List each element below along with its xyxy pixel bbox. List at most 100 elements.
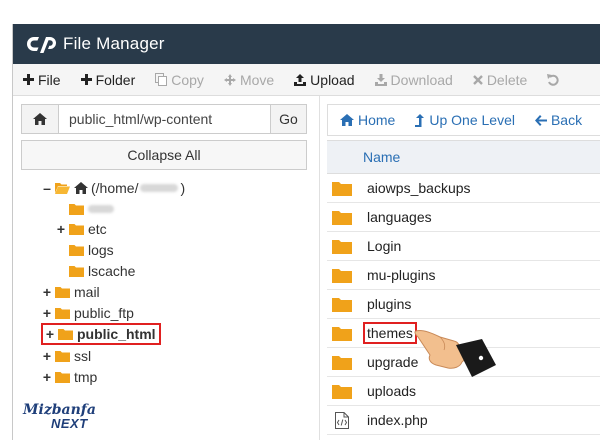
plus-icon bbox=[23, 74, 34, 85]
folder-icon bbox=[69, 224, 84, 235]
app-title: File Manager bbox=[63, 34, 165, 53]
new-folder-button[interactable]: Folder bbox=[80, 64, 136, 96]
column-name-label: Name bbox=[363, 149, 401, 165]
folder-icon bbox=[331, 383, 353, 399]
path-home-button[interactable] bbox=[21, 104, 59, 134]
file-row[interactable]: plugins bbox=[327, 290, 600, 319]
file-row[interactable]: index.php bbox=[327, 406, 600, 435]
up-one-level-link[interactable]: Up One Level bbox=[415, 112, 515, 128]
open-folder-icon bbox=[55, 183, 70, 194]
tree-root-label-end: ) bbox=[180, 180, 186, 196]
home-icon bbox=[74, 182, 88, 194]
back-link[interactable]: Back bbox=[534, 112, 583, 128]
file-name: mu-plugins bbox=[367, 267, 436, 283]
upload-label: Upload bbox=[310, 71, 355, 88]
path-input[interactable] bbox=[59, 104, 271, 134]
tree-item[interactable] bbox=[55, 199, 114, 219]
file-row[interactable]: mu-plugins bbox=[327, 261, 600, 290]
folder-icon bbox=[331, 296, 353, 312]
new-folder-label: Folder bbox=[95, 71, 136, 88]
tree-item-label: tmp bbox=[74, 369, 98, 385]
folder-icon bbox=[331, 209, 353, 225]
expand-toggle[interactable]: + bbox=[41, 369, 53, 385]
tree-item-mail[interactable]: + mail bbox=[41, 282, 100, 302]
tree-item-lscache[interactable]: lscache bbox=[55, 261, 135, 281]
new-file-button[interactable]: File bbox=[23, 64, 61, 96]
folder-icon bbox=[55, 308, 70, 319]
home-link[interactable]: Home bbox=[340, 112, 395, 128]
copy-button[interactable]: Copy bbox=[155, 64, 204, 96]
column-header-name[interactable]: Name bbox=[327, 140, 600, 174]
collapse-toggle[interactable]: – bbox=[41, 180, 53, 196]
file-row[interactable]: Login bbox=[327, 232, 600, 261]
copy-icon bbox=[155, 73, 168, 86]
tree-item-logs[interactable]: logs bbox=[55, 240, 114, 260]
tree-root[interactable]: – (/home/ ) bbox=[41, 178, 185, 198]
file-name: aiowps_backups bbox=[367, 180, 471, 196]
folder-icon bbox=[55, 372, 70, 383]
folder-icon bbox=[331, 180, 353, 196]
undo-icon bbox=[547, 73, 559, 86]
file-list: Name aiowps_backups languages Login mu-p… bbox=[327, 140, 600, 435]
folder-icon bbox=[331, 354, 353, 370]
title-bar: File Manager bbox=[13, 24, 600, 64]
upload-icon bbox=[294, 73, 307, 86]
tree-item-label: public_html bbox=[77, 326, 156, 342]
tree-item-label: public_ftp bbox=[74, 305, 134, 321]
expand-toggle[interactable]: + bbox=[41, 348, 53, 364]
folder-icon bbox=[69, 266, 84, 277]
panel-divider[interactable] bbox=[319, 96, 320, 440]
upload-button[interactable]: Upload bbox=[294, 64, 355, 96]
delete-button[interactable]: Delete bbox=[472, 64, 528, 96]
left-panel: Go Collapse All – (/home/ ) + etc bbox=[13, 96, 313, 440]
file-name-highlighted: themes bbox=[363, 322, 417, 344]
tree-item-public-html[interactable]: + public_html bbox=[41, 323, 161, 345]
expand-toggle[interactable]: + bbox=[41, 284, 53, 300]
restore-button[interactable] bbox=[547, 64, 563, 96]
tree-item-label: lscache bbox=[88, 263, 136, 279]
collapse-all-button[interactable]: Collapse All bbox=[21, 140, 307, 170]
expand-toggle[interactable]: + bbox=[55, 221, 67, 237]
arrow-left-icon bbox=[534, 114, 547, 126]
go-button[interactable]: Go bbox=[271, 104, 307, 134]
folder-icon bbox=[55, 351, 70, 362]
up-one-level-label: Up One Level bbox=[429, 112, 515, 128]
file-row[interactable]: aiowps_backups bbox=[327, 174, 600, 203]
watermark-bottom: NEXT bbox=[51, 416, 88, 431]
watermark-logo: Mizbanfa NEXT bbox=[23, 402, 113, 440]
folder-icon bbox=[69, 204, 84, 215]
delete-label: Delete bbox=[486, 71, 528, 88]
php-file-icon bbox=[331, 411, 353, 429]
file-name: uploads bbox=[367, 383, 417, 399]
file-row[interactable]: languages bbox=[327, 203, 600, 232]
tree-item-tmp[interactable]: + tmp bbox=[41, 367, 97, 387]
home-icon bbox=[340, 114, 354, 126]
expand-toggle[interactable]: + bbox=[41, 305, 53, 321]
nav-bar: Home Up One Level Back bbox=[327, 104, 600, 136]
tree-item-etc[interactable]: + etc bbox=[55, 219, 107, 239]
file-name: index.php bbox=[367, 412, 428, 428]
back-link-label: Back bbox=[550, 112, 583, 128]
folder-icon bbox=[58, 329, 73, 340]
level-up-icon bbox=[415, 113, 425, 127]
plus-icon bbox=[80, 74, 92, 85]
expand-toggle[interactable]: + bbox=[44, 326, 56, 342]
download-icon bbox=[374, 73, 387, 86]
folder-icon bbox=[69, 245, 84, 256]
close-icon bbox=[472, 74, 483, 85]
toolbar: File Folder Copy Move Upload Download De… bbox=[13, 64, 600, 96]
pointing-hand-icon bbox=[414, 330, 496, 377]
right-panel: Home Up One Level Back Name aiowps_backu… bbox=[327, 96, 600, 440]
download-button[interactable]: Download bbox=[374, 64, 453, 96]
file-name: Login bbox=[367, 238, 402, 254]
file-name: plugins bbox=[367, 296, 412, 312]
home-link-label: Home bbox=[358, 112, 396, 128]
download-label: Download bbox=[390, 71, 453, 88]
redacted-username bbox=[140, 184, 179, 192]
tree-item-ssl[interactable]: + ssl bbox=[41, 346, 91, 366]
tree-item-public-ftp[interactable]: + public_ftp bbox=[41, 303, 134, 323]
move-button[interactable]: Move bbox=[223, 64, 275, 96]
tree-item-label: etc bbox=[88, 221, 107, 237]
move-label: Move bbox=[239, 71, 275, 88]
new-file-label: File bbox=[38, 71, 61, 88]
